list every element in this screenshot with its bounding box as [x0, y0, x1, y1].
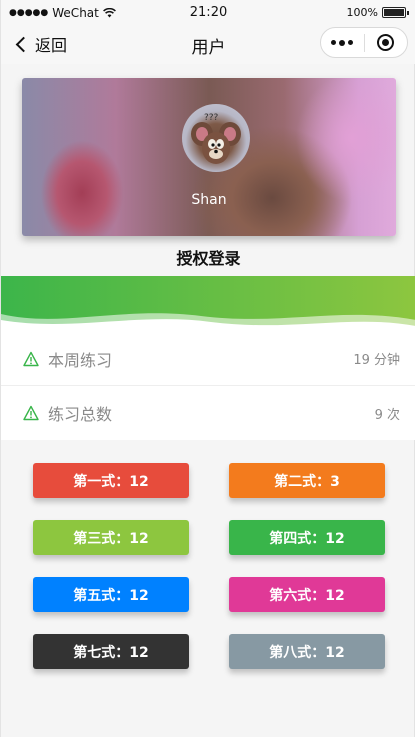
avatar[interactable]: ???	[182, 104, 250, 172]
warning-icon	[23, 351, 39, 366]
close-miniprogram-button[interactable]	[364, 34, 407, 51]
dot-icon	[339, 39, 346, 46]
stat-label: 本周练习	[48, 350, 113, 370]
move-3-button[interactable]: 第三式：12	[33, 520, 189, 555]
authorize-login-button[interactable]: 授权登录	[1, 245, 415, 269]
move-1-button[interactable]: 第一式：12	[33, 463, 189, 498]
status-right: 100%	[346, 6, 409, 19]
target-icon	[377, 34, 395, 51]
stat-row-total[interactable]: 练习总数 9 次	[1, 386, 415, 440]
move-4-button[interactable]: 第四式：12	[229, 520, 385, 555]
battery-fill	[384, 9, 404, 16]
move-6-button[interactable]: 第六式：12	[229, 577, 385, 612]
capsule-menu	[320, 27, 408, 58]
move-2-button[interactable]: 第二式：3	[229, 463, 385, 498]
stats-list: 本周练习 19 分钟 练习总数 9 次	[1, 332, 415, 440]
battery-icon	[382, 7, 409, 18]
dot-icon	[348, 39, 354, 45]
move-8-button[interactable]: 第八式：12	[229, 634, 385, 669]
username: Shan	[191, 192, 227, 208]
status-bar: ●●●●● WeChat 21:20 100%	[1, 0, 415, 26]
more-options-button[interactable]	[321, 39, 364, 46]
wave-decoration	[1, 276, 415, 332]
stat-row-weekly[interactable]: 本周练习 19 分钟	[1, 332, 415, 386]
profile-header-card: ??? Shan	[22, 78, 396, 236]
avatar-question-marks: ???	[204, 113, 219, 123]
stat-value: 9 次	[374, 407, 400, 423]
avatar-mouse-image: ???	[191, 113, 241, 164]
nav-bar: 返回 用户	[1, 26, 415, 64]
battery-percent: 100%	[346, 6, 378, 19]
move-5-button[interactable]: 第五式：12	[33, 577, 189, 612]
dot-icon	[331, 39, 337, 45]
stat-value: 19 分钟	[353, 353, 400, 368]
stat-label: 练习总数	[48, 405, 113, 424]
warning-icon	[23, 405, 39, 421]
move-7-button[interactable]: 第七式：12	[33, 634, 189, 669]
